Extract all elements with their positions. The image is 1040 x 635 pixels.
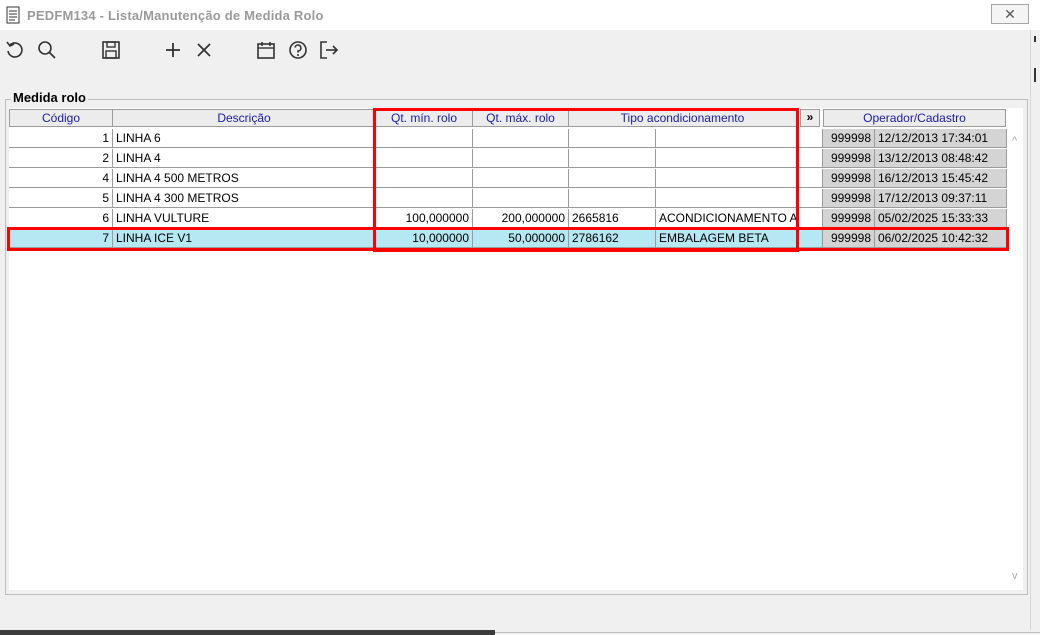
cell-operador: 999998 <box>823 149 875 168</box>
cell-descricao: LINHA 4 <box>113 149 376 168</box>
cell-spacer <box>798 149 823 168</box>
title-bar: PEDFM134 - Lista/Manutenção de Medida Ro… <box>0 0 1040 30</box>
cell-cadastro: 13/12/2013 08:48:42 <box>875 149 1007 168</box>
document-icon <box>6 6 20 24</box>
window-edge <box>1030 30 1031 630</box>
cell-codigo: 1 <box>9 129 113 148</box>
toolbar <box>0 30 1040 70</box>
cell-descricao: LINHA 4 500 METROS <box>113 169 376 188</box>
undo-icon[interactable] <box>4 39 26 61</box>
delete-icon[interactable] <box>193 39 215 61</box>
scroll-down-icon[interactable]: v <box>1012 570 1018 582</box>
taskbar-strip <box>0 630 495 635</box>
cell-codigo: 6 <box>9 209 113 228</box>
edge-mark <box>1034 68 1036 82</box>
cell-cadastro: 05/02/2025 15:33:33 <box>875 209 1007 228</box>
edge-mark <box>1034 36 1036 42</box>
column-header-descricao[interactable]: Descrição <box>112 109 376 127</box>
cell-cadastro: 12/12/2013 17:34:01 <box>875 129 1007 148</box>
exit-icon[interactable] <box>318 39 340 61</box>
calendar-icon[interactable] <box>255 39 277 61</box>
cell-codigo: 5 <box>9 189 113 208</box>
cell-operador: 999998 <box>823 169 875 188</box>
cell-cadastro: 16/12/2013 15:45:42 <box>875 169 1007 188</box>
cell-codigo: 4 <box>9 169 113 188</box>
cell-descricao: LINHA 6 <box>113 129 376 148</box>
column-header-operador[interactable]: Operador/Cadastro <box>823 109 1006 127</box>
cell-spacer <box>798 189 823 208</box>
cell-descricao: LINHA 4 300 METROS <box>113 189 376 208</box>
cell-codigo: 2 <box>9 149 113 168</box>
bottom-divider <box>495 632 1040 633</box>
column-header-codigo[interactable]: Código <box>9 109 113 127</box>
cell-spacer <box>798 169 823 188</box>
cell-descricao: LINHA VULTURE <box>113 209 376 228</box>
window-title: PEDFM134 - Lista/Manutenção de Medida Ro… <box>27 8 324 23</box>
cell-spacer <box>798 209 823 228</box>
close-button[interactable]: ✕ <box>991 4 1029 24</box>
cell-operador: 999998 <box>823 189 875 208</box>
cell-operador: 999998 <box>823 129 875 148</box>
cell-spacer <box>798 129 823 148</box>
add-icon[interactable] <box>162 39 184 61</box>
more-columns-button[interactable]: » <box>800 109 820 127</box>
cell-cadastro: 17/12/2013 09:37:11 <box>875 189 1007 208</box>
scroll-up-icon[interactable]: ^ <box>1012 135 1017 147</box>
group-label: Medida rolo <box>11 90 88 105</box>
save-icon[interactable] <box>100 39 122 61</box>
highlight-box-row <box>7 227 1009 251</box>
cell-operador: 999998 <box>823 209 875 228</box>
help-icon[interactable] <box>287 39 309 61</box>
search-icon[interactable] <box>36 39 58 61</box>
